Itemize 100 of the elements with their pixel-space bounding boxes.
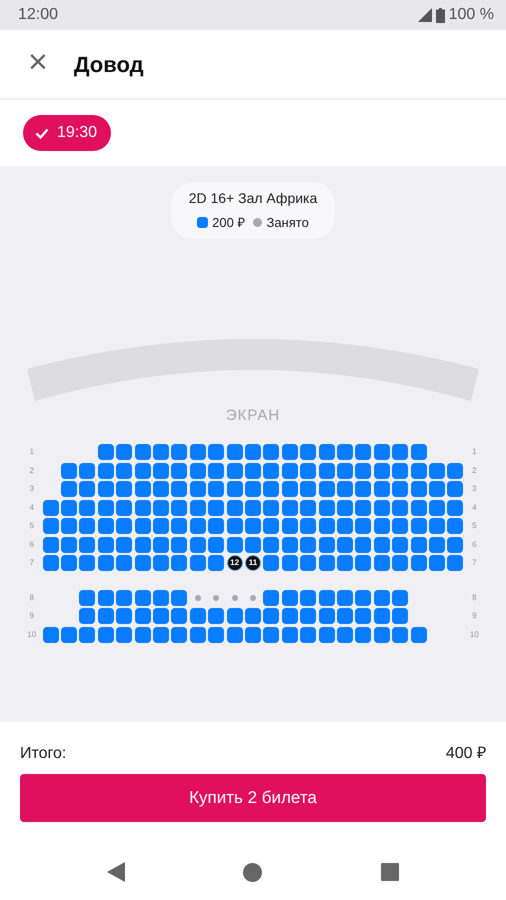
seat[interactable]: [208, 462, 224, 479]
seat[interactable]: [428, 536, 445, 553]
seat[interactable]: [355, 536, 372, 553]
seat[interactable]: [374, 500, 390, 516]
seat[interactable]: [61, 518, 78, 534]
seat[interactable]: [79, 608, 96, 624]
seat[interactable]: [263, 500, 280, 516]
seat[interactable]: [171, 500, 188, 516]
seat[interactable]: [282, 608, 298, 624]
buy-button[interactable]: Купить 2 билета: [20, 774, 486, 822]
seat[interactable]: [134, 590, 151, 606]
seat[interactable]: [355, 444, 372, 460]
seat[interactable]: [300, 590, 316, 606]
seat[interactable]: [392, 608, 408, 624]
seat[interactable]: [336, 555, 353, 572]
seat[interactable]: [282, 500, 298, 516]
seat[interactable]: [116, 555, 132, 572]
seat[interactable]: [300, 536, 316, 553]
seat[interactable]: [300, 626, 316, 643]
seat[interactable]: [134, 481, 151, 498]
seat[interactable]: [153, 481, 170, 498]
seat[interactable]: [355, 590, 372, 606]
seat[interactable]: [190, 444, 206, 460]
seat[interactable]: [355, 500, 372, 516]
seat[interactable]: [116, 500, 132, 516]
seat[interactable]: [208, 536, 224, 553]
seat[interactable]: [282, 590, 298, 606]
seat[interactable]: [79, 462, 96, 479]
seat[interactable]: [336, 444, 353, 460]
seat[interactable]: [134, 462, 151, 479]
seat[interactable]: [226, 500, 243, 516]
seat[interactable]: [300, 500, 316, 516]
seat[interactable]: [282, 555, 298, 572]
seat[interactable]: [190, 462, 206, 479]
seat[interactable]: [392, 444, 408, 460]
seat[interactable]: [355, 555, 372, 572]
seat[interactable]: [171, 518, 188, 534]
recents-icon[interactable]: [380, 863, 399, 881]
seat[interactable]: [263, 518, 280, 534]
seat[interactable]: [263, 608, 280, 624]
seat[interactable]: [447, 518, 464, 534]
seat[interactable]: [300, 555, 316, 572]
seat[interactable]: [263, 626, 280, 643]
seat[interactable]: [282, 462, 298, 479]
seat[interactable]: [171, 555, 188, 572]
seat[interactable]: [171, 626, 188, 643]
seat[interactable]: [79, 626, 96, 643]
seat[interactable]: [245, 626, 261, 643]
seat[interactable]: [355, 462, 372, 479]
seat[interactable]: [116, 481, 132, 498]
seat[interactable]: [42, 555, 59, 572]
seat[interactable]: [226, 536, 243, 553]
seat[interactable]: [42, 500, 59, 516]
seat[interactable]: [245, 500, 261, 516]
seat[interactable]: [410, 626, 427, 643]
seat[interactable]: [79, 518, 96, 534]
seat[interactable]: [171, 481, 188, 498]
seat[interactable]: [392, 500, 408, 516]
seat[interactable]: [392, 590, 408, 606]
seat[interactable]: [428, 518, 445, 534]
seat[interactable]: [79, 481, 96, 498]
seat[interactable]: [79, 555, 96, 572]
seat[interactable]: [153, 590, 170, 606]
seat[interactable]: [263, 555, 280, 572]
seat[interactable]: [208, 626, 224, 643]
seat[interactable]: [61, 626, 78, 643]
seat[interactable]: [318, 608, 335, 624]
seat[interactable]: [447, 500, 464, 516]
seat[interactable]: [134, 500, 151, 516]
seat[interactable]: [61, 536, 78, 553]
seat[interactable]: [61, 481, 78, 498]
seat[interactable]: [153, 444, 170, 460]
seat[interactable]: [98, 444, 114, 460]
seat[interactable]: [134, 626, 151, 643]
seat[interactable]: [263, 481, 280, 498]
seat[interactable]: [153, 536, 170, 553]
seat[interactable]: [410, 518, 427, 534]
seat[interactable]: [79, 536, 96, 553]
seat[interactable]: [116, 626, 132, 643]
seat[interactable]: [282, 536, 298, 553]
seat[interactable]: [300, 444, 316, 460]
seat[interactable]: [226, 518, 243, 534]
seat[interactable]: [428, 500, 445, 516]
seat[interactable]: [208, 518, 224, 534]
seat[interactable]: [282, 626, 298, 643]
seat[interactable]: [226, 481, 243, 498]
seat[interactable]: [245, 444, 261, 460]
seat[interactable]: [374, 608, 390, 624]
seat[interactable]: [374, 462, 390, 479]
seat[interactable]: [318, 626, 335, 643]
seat[interactable]: [447, 462, 464, 479]
seat[interactable]: [208, 555, 224, 572]
seat[interactable]: [208, 500, 224, 516]
seat[interactable]: [336, 608, 353, 624]
seat[interactable]: [171, 608, 188, 624]
seat[interactable]: [190, 518, 206, 534]
seat[interactable]: [392, 555, 408, 572]
seat[interactable]: [428, 462, 445, 479]
seat[interactable]: [245, 536, 261, 553]
seat[interactable]: [98, 500, 114, 516]
